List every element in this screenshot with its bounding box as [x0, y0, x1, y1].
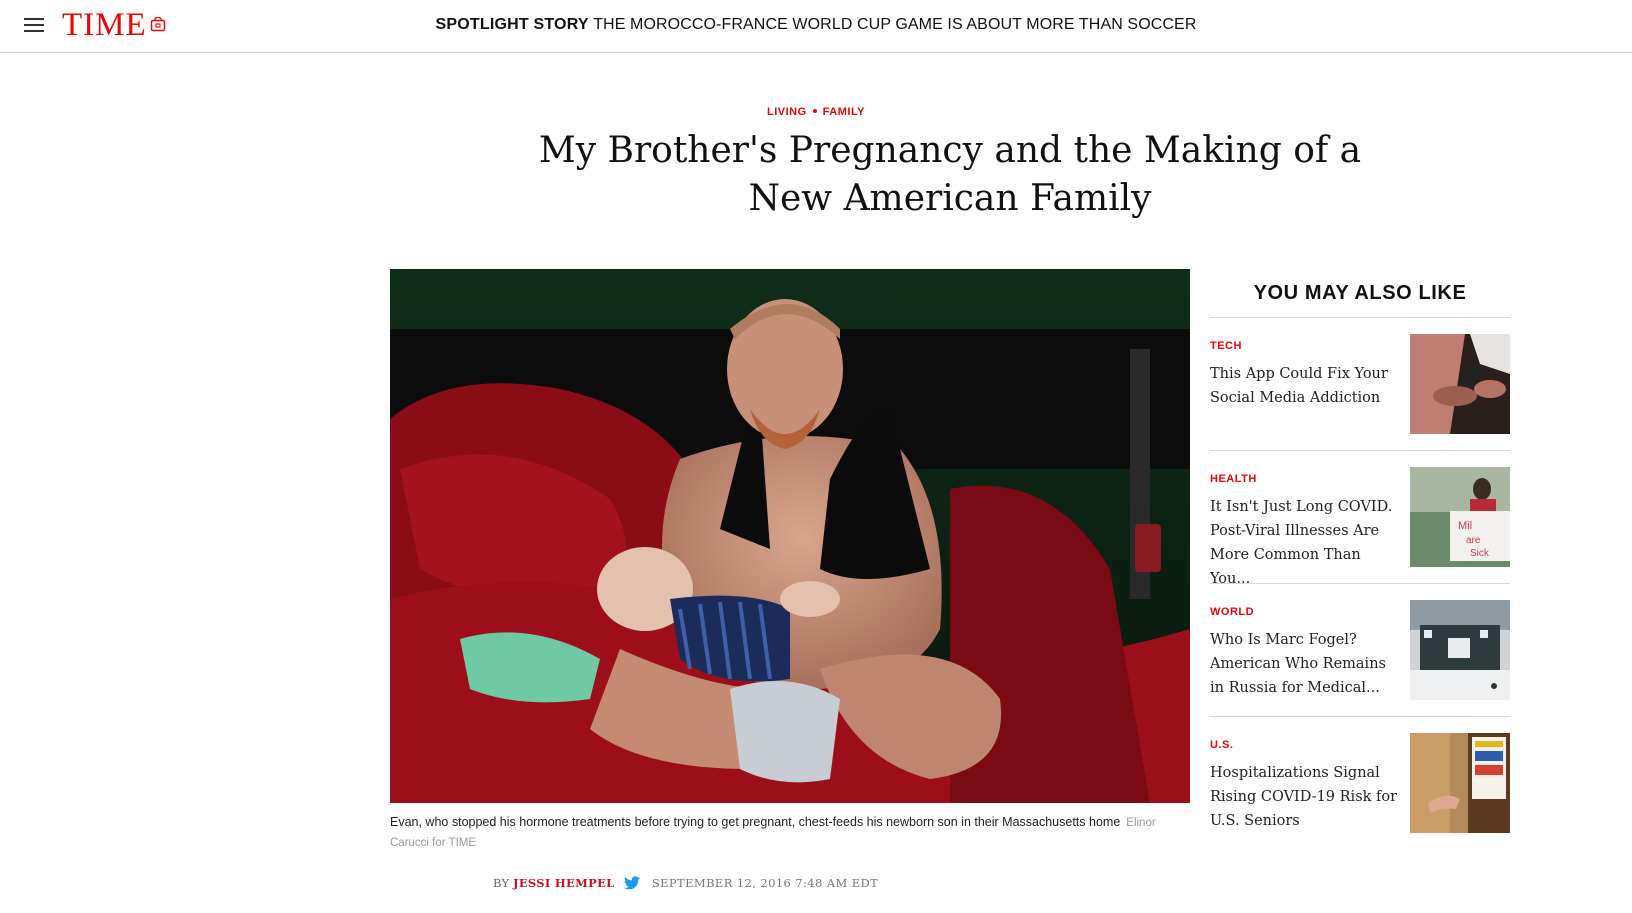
recommended-title[interactable]: Who Is Marc Fogel? American Who Remains …	[1210, 628, 1400, 700]
recommended-thumbnail[interactable]: Mil are Sick	[1410, 467, 1510, 567]
top-navigation-bar: TIME SPOTLIGHT STORY THE MOROCCO-FRANCE …	[0, 0, 1632, 53]
recommended-category[interactable]: HEALTH	[1210, 472, 1257, 486]
byline-prefix: BY	[493, 876, 510, 890]
section-link-living[interactable]: LIVING	[767, 106, 807, 118]
separator-dot	[812, 109, 817, 114]
sidebar-heading: YOU MAY ALSO LIKE	[1210, 277, 1510, 318]
recommended-thumbnail[interactable]	[1410, 334, 1510, 434]
author-link[interactable]: JESSI HEMPEL	[513, 876, 614, 890]
recommended-title[interactable]: It Isn't Just Long COVID. Post-Viral Ill…	[1210, 495, 1400, 591]
svg-text:are: are	[1466, 535, 1481, 546]
recommended-item[interactable]: TECH This App Could Fix Your Social Medi…	[1210, 318, 1510, 451]
article-byline: BY JESSI HEMPEL SEPTEMBER 12, 2016 7:48 …	[493, 875, 878, 891]
article-section-kicker: LIVING FAMILY	[0, 105, 1632, 119]
section-link-family[interactable]: FAMILY	[823, 106, 865, 118]
recommended-thumbnail[interactable]	[1410, 600, 1510, 700]
hero-photo-illustration	[390, 269, 1190, 803]
spotlight-story-link[interactable]: SPOTLIGHT STORY THE MOROCCO-FRANCE WORLD…	[0, 15, 1632, 35]
recommended-category[interactable]: TECH	[1210, 339, 1242, 353]
recommended-item[interactable]: HEALTH It Isn't Just Long COVID. Post-Vi…	[1210, 451, 1510, 587]
recommended-sidebar: YOU MAY ALSO LIKE TECH This App Could Fi…	[1210, 277, 1510, 850]
recommended-item[interactable]: WORLD Who Is Marc Fogel? American Who Re…	[1210, 584, 1510, 717]
recommended-item[interactable]: U.S. Hospitalizations Signal Rising COVI…	[1210, 717, 1510, 850]
photo-caption: Evan, who stopped his hormone treatments…	[390, 813, 1190, 853]
article-headline: My Brother's Pregnancy and the Making of…	[500, 127, 1400, 223]
twitter-icon[interactable]	[624, 876, 641, 890]
svg-text:Mil: Mil	[1458, 520, 1472, 532]
publish-date: SEPTEMBER 12, 2016 7:48 AM EDT	[651, 876, 879, 890]
spotlight-label: SPOTLIGHT STORY	[435, 16, 589, 33]
spotlight-headline: THE MOROCCO-FRANCE WORLD CUP GAME IS ABO…	[593, 16, 1197, 33]
caption-text: Evan, who stopped his hormone treatments…	[390, 815, 1121, 829]
hero-photo	[390, 269, 1190, 803]
svg-text:Sick: Sick	[1470, 548, 1490, 559]
recommended-category[interactable]: WORLD	[1210, 605, 1254, 619]
recommended-thumbnail[interactable]	[1410, 733, 1510, 833]
recommended-title[interactable]: This App Could Fix Your Social Media Add…	[1210, 362, 1400, 410]
recommended-title[interactable]: Hospitalizations Signal Rising COVID-19 …	[1210, 761, 1400, 833]
recommended-category[interactable]: U.S.	[1210, 738, 1233, 752]
headline-line-1: My Brother's Pregnancy and the Making of…	[538, 130, 1362, 171]
headline-line-2: New American Family	[748, 178, 1152, 219]
